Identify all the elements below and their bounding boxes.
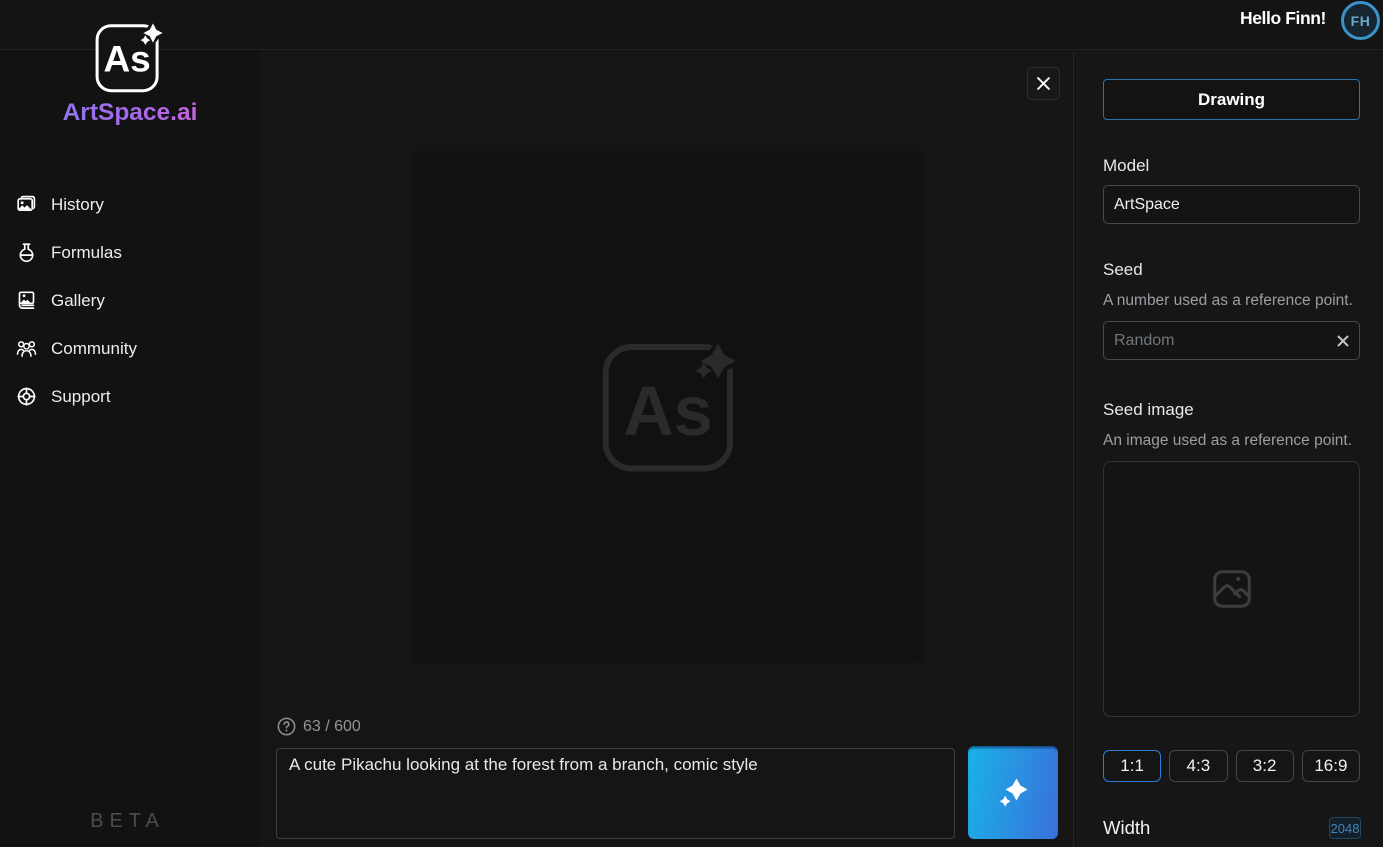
svg-text:As: As — [103, 39, 150, 80]
svg-text:As: As — [623, 372, 712, 450]
